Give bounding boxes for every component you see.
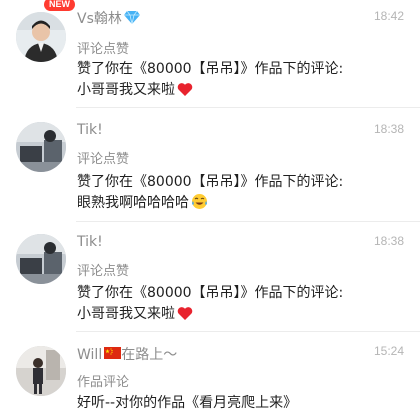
avatar[interactable] bbox=[16, 234, 66, 284]
comment-content: 赞了你在《80000【吊吊】》作品下的评论: 小哥哥我又来啦 bbox=[77, 59, 406, 104]
action-label: 评论点赞 bbox=[77, 152, 130, 167]
content-line-2: 小哥哥我又来啦 bbox=[77, 80, 406, 104]
content-line-1: 赞了你在《80000【吊吊】》作品下的评论: bbox=[77, 61, 344, 77]
user-name[interactable]: Tik! bbox=[77, 122, 103, 138]
comment-content: 赞了你在《80000【吊吊】》作品下的评论: 小哥哥我又来啦 bbox=[77, 283, 406, 328]
user-name[interactable]: Will 在路上～ bbox=[77, 344, 177, 364]
timestamp: 18:38 bbox=[373, 122, 404, 136]
comment-content: 好听--对你的作品《看月亮爬上来》 bbox=[77, 393, 406, 414]
diamond-icon bbox=[123, 10, 140, 28]
content-line-1: 赞了你在《80000【吊吊】》作品下的评论: bbox=[77, 285, 344, 301]
new-badge: NEW bbox=[44, 0, 75, 11]
desk-photo-avatar bbox=[16, 122, 66, 172]
avatar[interactable] bbox=[16, 122, 66, 172]
user-name[interactable]: Tik! bbox=[77, 234, 103, 250]
avatar[interactable] bbox=[16, 12, 66, 62]
red-heart-icon bbox=[177, 306, 193, 328]
user-name[interactable]: Vs翰林 bbox=[77, 8, 140, 28]
action-label: 评论点赞 bbox=[77, 42, 130, 57]
red-heart-icon bbox=[177, 82, 193, 104]
notification-item[interactable]: NEW Vs翰林 18:42 评论点赞 赞了你在《80000【吊吊】》作品下的评… bbox=[0, 0, 420, 108]
timestamp: 18:42 bbox=[373, 9, 404, 23]
content-line-2: 眼熟我啊哈哈哈哈 bbox=[77, 193, 406, 217]
action-label: 评论点赞 bbox=[77, 264, 130, 279]
notification-item[interactable]: Tik! 18:38 评论点赞 赞了你在《80000【吊吊】》作品下的评论: 小… bbox=[0, 222, 420, 332]
action-label: 作品评论 bbox=[77, 375, 130, 390]
notification-item[interactable]: Will 在路上～ 15:24 作品评论 好听--对你的作品《看月亮爬上来》 bbox=[0, 332, 420, 420]
timestamp: 18:38 bbox=[373, 234, 404, 248]
notification-list: NEW Vs翰林 18:42 评论点赞 赞了你在《80000【吊吊】》作品下的评… bbox=[0, 0, 420, 420]
notification-item[interactable]: Tik! 18:38 评论点赞 赞了你在《80000【吊吊】》作品下的评论: 眼… bbox=[0, 108, 420, 222]
content-line-1: 赞了你在《80000【吊吊】》作品下的评论: bbox=[77, 174, 344, 190]
street-photo-avatar bbox=[16, 346, 66, 396]
avatar[interactable] bbox=[16, 346, 66, 396]
tears-of-joy-icon bbox=[191, 193, 208, 217]
comment-content: 赞了你在《80000【吊吊】》作品下的评论: 眼熟我啊哈哈哈哈 bbox=[77, 172, 406, 217]
person-photo-avatar bbox=[16, 12, 66, 62]
content-line-1: 好听--对你的作品《看月亮爬上来》 bbox=[77, 395, 298, 411]
timestamp: 15:24 bbox=[373, 344, 404, 358]
desk-photo-avatar bbox=[16, 234, 66, 284]
china-flag-icon bbox=[104, 347, 122, 363]
content-line-2: 小哥哥我又来啦 bbox=[77, 304, 406, 328]
